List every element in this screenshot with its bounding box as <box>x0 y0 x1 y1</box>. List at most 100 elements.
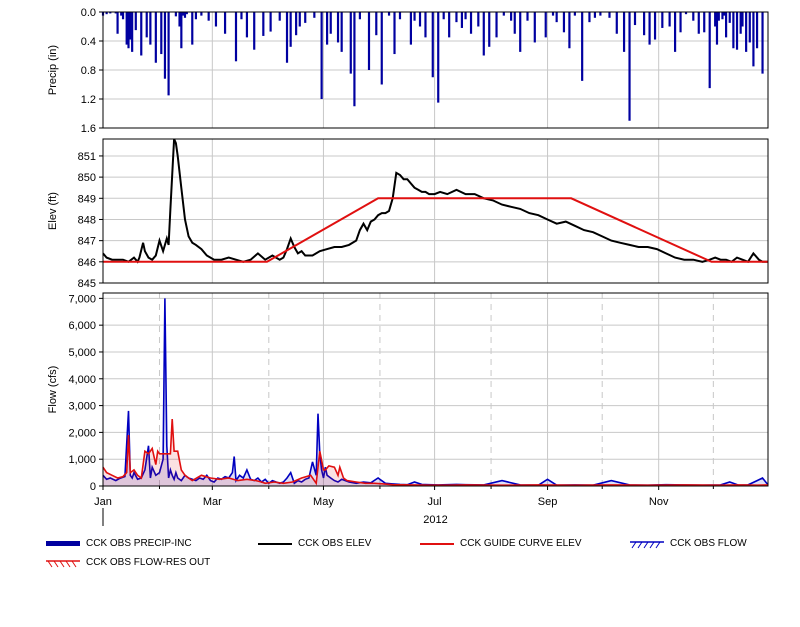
precip-bar <box>495 12 498 38</box>
y-tick-label: 848 <box>78 214 96 226</box>
y-tick-label: 0.8 <box>81 65 96 77</box>
legend-swatch-guide-icon <box>420 542 454 545</box>
precip-bar <box>555 12 558 23</box>
legend: CCK OBS PRECIP-INC CCK OBS ELEV CCK GUID… <box>46 536 786 576</box>
precip-bar <box>761 12 764 74</box>
x-tick-label: Jan <box>94 496 112 508</box>
legend-swatch-flow-icon <box>630 540 664 548</box>
panel-elevation: 845 846 847 848 849 850 851 Elev (ft) <box>47 138 769 290</box>
x-tick-label: Mar <box>203 496 222 508</box>
precip-bar <box>234 12 238 62</box>
precip-bar <box>424 12 427 38</box>
precip-bar <box>708 12 711 89</box>
legend-label-precip: CCK OBS PRECIP-INC <box>86 538 192 549</box>
precip-bar <box>116 12 119 34</box>
x-axis-label: 2012 <box>423 514 447 526</box>
legend-label-flow: CCK OBS FLOW <box>670 538 747 549</box>
x-tick-label: May <box>313 496 334 508</box>
precip-bar <box>167 12 170 96</box>
y-tick-label: 851 <box>78 151 96 163</box>
legend-label-elev: CCK OBS ELEV <box>298 538 372 549</box>
precip-bar <box>519 12 522 52</box>
y-tick-label: 2,000 <box>68 427 96 439</box>
precip-bar <box>488 12 491 47</box>
precip-bar <box>464 12 467 20</box>
precip-bar <box>326 12 329 45</box>
precip-bar <box>653 12 657 40</box>
precip-bar <box>562 12 566 33</box>
precip-bar <box>728 12 731 23</box>
precip-bar <box>154 12 157 63</box>
precip-bar <box>755 12 759 49</box>
legend-label-resout: CCK OBS FLOW-RES OUT <box>86 557 211 568</box>
y-tick-label: 845 <box>78 278 96 290</box>
precip-bar <box>437 12 440 103</box>
precip-bar <box>581 12 584 81</box>
y-tick-label: 6,000 <box>68 320 96 332</box>
precip-bar <box>588 12 591 23</box>
precip-bar <box>145 12 148 38</box>
precip-bar <box>304 12 307 23</box>
precip-bar <box>741 12 744 27</box>
precip-bar <box>163 12 167 79</box>
precip-bar <box>245 12 249 38</box>
precip-bar <box>387 12 391 16</box>
legend-label-guide: CCK GUIDE CURVE ELEV <box>460 538 582 549</box>
precip-bar <box>679 12 682 33</box>
precip-bar <box>313 12 316 18</box>
y-tick-label: 3,000 <box>68 401 96 413</box>
precip-bar <box>180 12 183 49</box>
precip-bar <box>526 12 529 21</box>
precip-bar <box>593 12 597 18</box>
precip-bar <box>367 12 371 70</box>
precip-bar <box>608 12 611 18</box>
y-tick-label: 1.6 <box>81 123 96 135</box>
y-tick-label: 846 <box>78 257 96 269</box>
precip-bar <box>735 12 739 50</box>
legend-item-precip: CCK OBS PRECIP-INC <box>46 538 192 549</box>
y-axis-label: Precip (in) <box>47 45 59 95</box>
hydrograph-chart: 0.00.40.81.21.6Precip (in)84584684784884… <box>47 7 769 526</box>
precip-bar <box>442 12 445 20</box>
precip-bar <box>510 12 513 21</box>
y-tick-label: 1,000 <box>68 454 96 466</box>
precip-bar <box>278 12 281 21</box>
precip-bar <box>622 12 626 52</box>
precip-bar <box>533 12 536 43</box>
panel-flow: 0 1,000 2,000 3,000 4,000 5,000 6,000 7,000 Flow… <box>47 292 769 493</box>
precip-bar <box>643 12 646 36</box>
precip-bar <box>409 12 412 45</box>
y-tick-label: 5,000 <box>68 347 96 359</box>
precip-bar <box>628 12 631 121</box>
legend-item-resout: CCK OBS FLOW-RES OUT <box>46 557 210 568</box>
precip-bar <box>285 12 289 63</box>
precip-bar <box>633 12 637 26</box>
precip-bar <box>174 12 177 17</box>
x-tick-label: Nov <box>649 496 669 508</box>
y-tick-label: 849 <box>78 193 96 205</box>
precip-bar <box>732 12 735 49</box>
precip-bar <box>223 12 227 34</box>
legend-swatch-resout-icon <box>46 559 80 567</box>
precip-bar <box>380 12 383 85</box>
y-tick-label: 0.0 <box>81 7 96 19</box>
precip-bar <box>298 12 301 27</box>
precip-bar <box>544 12 547 38</box>
y-axis-label: Elev (ft) <box>47 192 59 230</box>
precip-bar <box>748 12 751 43</box>
y-tick-label: 0.4 <box>81 36 96 48</box>
x-tick-label: Jul <box>428 496 442 508</box>
precip-bar <box>149 12 152 45</box>
x-axis: Jan Mar May Jul Sep Nov 2012 <box>94 486 714 526</box>
precip-bar <box>134 12 137 31</box>
precip-bar <box>413 12 416 21</box>
precip-bar <box>725 12 728 38</box>
precip-bar <box>295 12 298 36</box>
precip-bar <box>289 12 292 47</box>
precip-bar <box>194 12 198 20</box>
precip-bar <box>551 12 555 16</box>
legend-item-elev: CCK OBS ELEV <box>258 538 371 549</box>
x-tick-label: Sep <box>538 496 558 508</box>
precip-bar <box>140 12 143 56</box>
precip-bar <box>703 12 706 33</box>
